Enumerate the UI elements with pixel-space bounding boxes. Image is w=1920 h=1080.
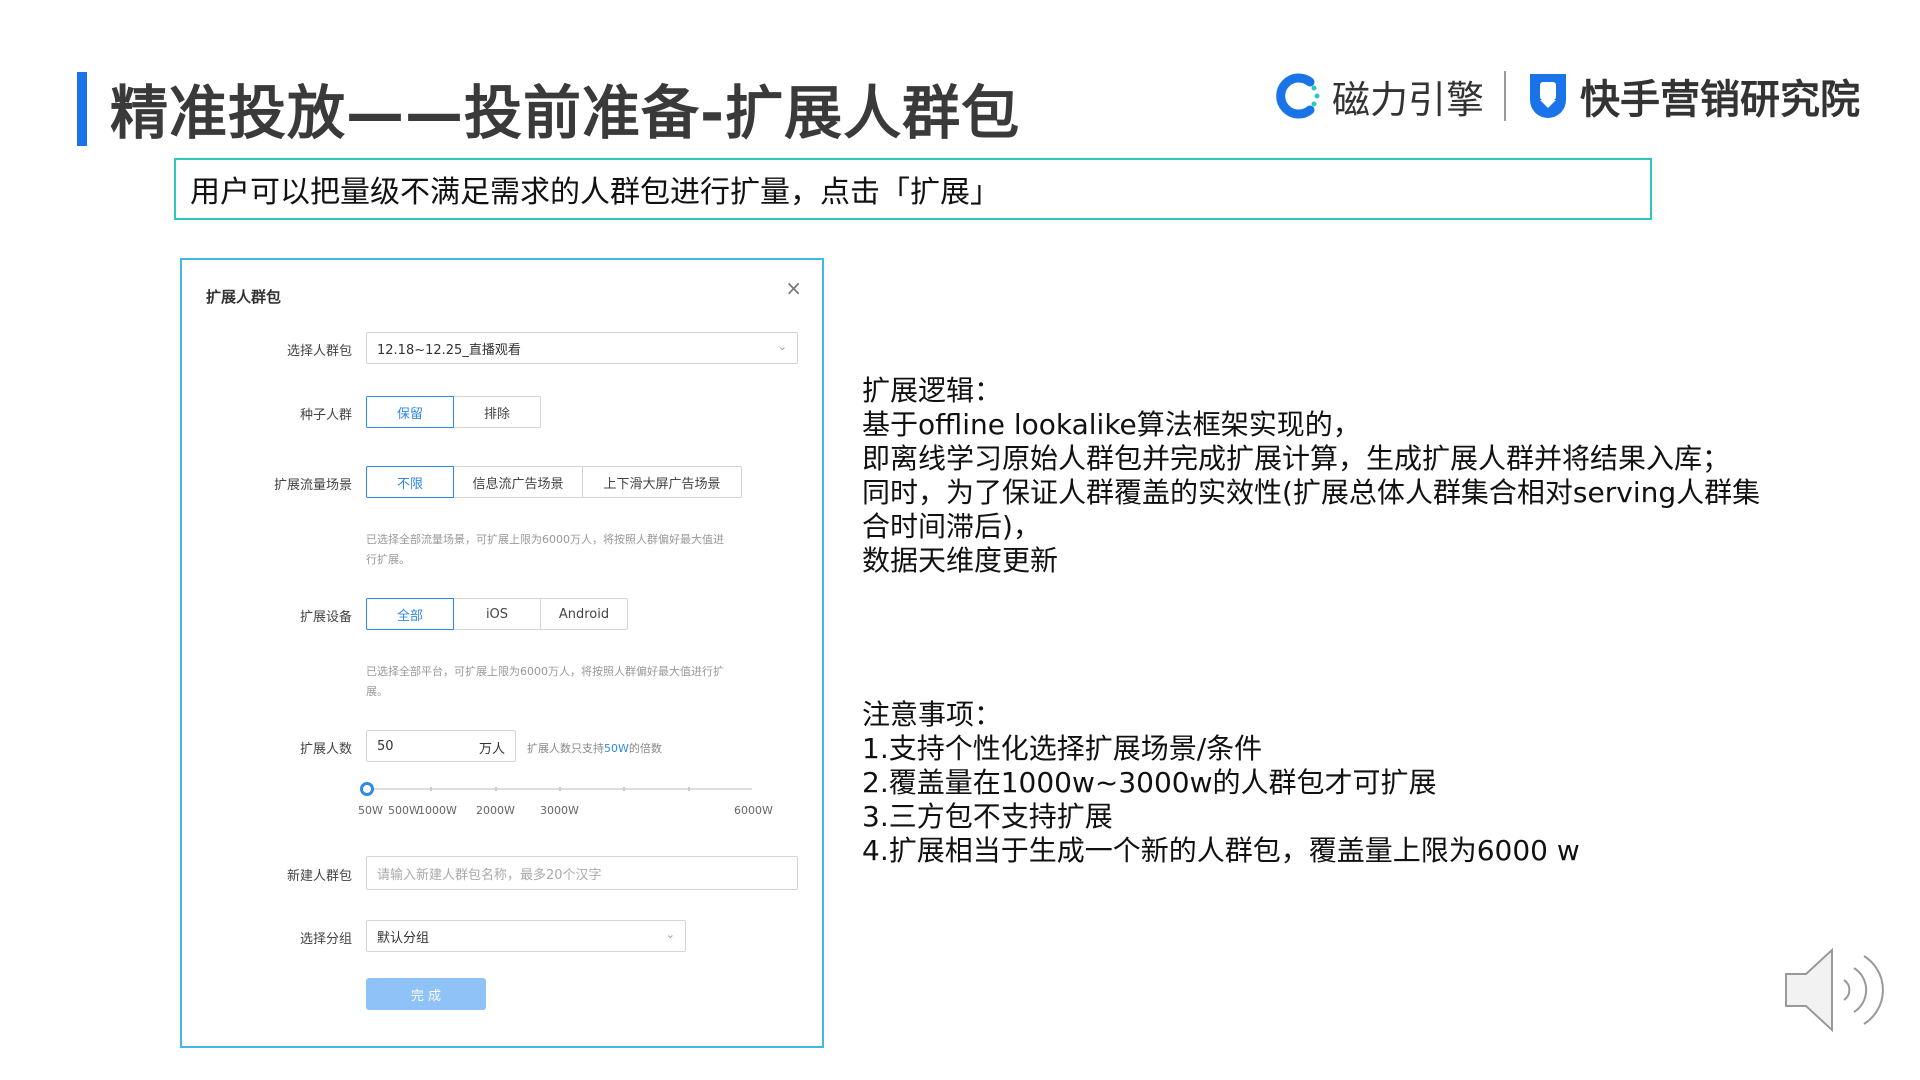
device-label: 扩展设备 xyxy=(299,610,352,625)
expand-logic-text: 扩展逻辑： 基于offline lookalike算法框架实现的， 即离线学习原… xyxy=(862,374,1862,578)
chevron-down-icon: ⌄ xyxy=(777,340,787,353)
slider-tick xyxy=(495,787,497,791)
group-select-value: 默认分组 xyxy=(377,930,430,946)
speaker-icon[interactable] xyxy=(1780,940,1900,1040)
device-option-android[interactable]: Android xyxy=(540,598,628,630)
notes-text: 注意事项： 1.支持个性化选择扩展场景/条件 2.覆盖量在1000w~3000w… xyxy=(862,698,1862,868)
traffic-option-fullscreen[interactable]: 上下滑大屏广告场景 xyxy=(582,466,742,498)
traffic-label: 扩展流量场景 xyxy=(273,478,352,493)
logic-line: 数据天维度更新 xyxy=(862,544,1059,577)
count-slider[interactable] xyxy=(360,782,752,796)
slider-tick xyxy=(623,787,625,791)
audience-select[interactable]: 12.18~12.25_直播观看 ⌄ xyxy=(366,332,798,364)
audience-label: 选择人群包 xyxy=(286,344,352,359)
slider-label-50w: 50W xyxy=(358,804,383,817)
slider-label-500w: 500W xyxy=(388,804,420,817)
count-label: 扩展人数 xyxy=(299,742,352,757)
count-hint: 扩展人数只支持50W的倍数 xyxy=(527,740,662,756)
traffic-hint-line1: 已选择全部流量场景，可扩展上限为6000万人，将按照人群偏好最大值进 xyxy=(366,533,724,546)
count-value: 50 xyxy=(377,738,394,754)
modal-title: 扩展人群包 xyxy=(206,288,282,306)
count-hint-suffix: 的倍数 xyxy=(628,742,662,755)
group-label: 选择分组 xyxy=(299,932,352,947)
done-button[interactable]: 完 成 xyxy=(366,978,486,1010)
kuaishou-logo-icon xyxy=(1530,74,1566,118)
traffic-hint: 已选择全部流量场景，可扩展上限为6000万人，将按照人群偏好最大值进 行扩展。 xyxy=(366,530,766,570)
subtitle-box: 用户可以把量级不满足需求的人群包进行扩量，点击「扩展」 xyxy=(174,158,1652,220)
seed-option-exclude[interactable]: 排除 xyxy=(453,396,541,428)
slider-label-3000w: 3000W xyxy=(540,804,579,817)
logic-line: 扩展逻辑： xyxy=(862,374,1003,407)
new-name-input[interactable]: 请输入新建人群包名称，最多20个汉字 xyxy=(366,856,798,890)
traffic-segmented: 不限 信息流广告场景 上下滑大屏广告场景 xyxy=(366,466,742,498)
device-option-all[interactable]: 全部 xyxy=(366,598,454,630)
device-hint-line1: 已选择全部平台，可扩展上限为6000万人，将按照人群偏好最大值进行扩 xyxy=(366,665,724,678)
cili-engine-logo-text: 磁力引擎 xyxy=(1331,77,1484,122)
cili-engine-logo-icon xyxy=(1276,73,1320,119)
notes-line: 4.扩展相当于生成一个新的人群包，覆盖量上限为6000 w xyxy=(862,834,1580,867)
count-unit: 万人 xyxy=(478,742,505,757)
device-hint: 已选择全部平台，可扩展上限为6000万人，将按照人群偏好最大值进行扩 展。 xyxy=(366,662,766,702)
device-option-ios[interactable]: iOS xyxy=(453,598,541,630)
slider-tick xyxy=(430,787,432,791)
header-logos: 磁力引擎 快手营销研究院 xyxy=(1272,66,1860,126)
new-name-label: 新建人群包 xyxy=(286,869,352,884)
seed-label: 种子人群 xyxy=(299,408,352,423)
logic-line: 即离线学习原始人群包并完成扩展计算，生成扩展人群并将结果入库； xyxy=(862,442,1731,475)
count-hint-highlight: 50W xyxy=(604,742,629,755)
kuaishou-research-logo-text: 快手营销研究院 xyxy=(1580,77,1860,123)
logic-line: 基于offline lookalike算法框架实现的， xyxy=(862,408,1361,441)
count-input[interactable]: 50 万人 xyxy=(366,730,516,762)
expand-audience-modal: 扩展人群包 × 选择人群包 12.18~12.25_直播观看 ⌄ 种子人群 保留… xyxy=(180,258,824,1048)
traffic-option-feed[interactable]: 信息流广告场景 xyxy=(453,466,583,498)
slider-tick xyxy=(559,787,561,791)
traffic-hint-line2: 行扩展。 xyxy=(366,553,410,566)
slider-label-6000w: 6000W xyxy=(734,804,773,817)
device-segmented: 全部 iOS Android xyxy=(366,598,628,630)
notes-line: 1.支持个性化选择扩展场景/条件 xyxy=(862,732,1263,765)
subtitle-text: 用户可以把量级不满足需求的人群包进行扩量，点击「扩展」 xyxy=(190,175,1000,210)
chevron-down-icon: ⌄ xyxy=(665,928,675,941)
notes-line: 2.覆盖量在1000w~3000w的人群包才可扩展 xyxy=(862,766,1437,799)
seed-segmented: 保留 排除 xyxy=(366,396,541,428)
traffic-option-unlimited[interactable]: 不限 xyxy=(366,466,454,498)
slider-handle[interactable] xyxy=(360,782,374,796)
group-select[interactable]: 默认分组 ⌄ xyxy=(366,920,686,952)
notes-line: 3.三方包不支持扩展 xyxy=(862,800,1113,833)
page-title: 精准投放——投前准备-扩展人群包 xyxy=(110,79,1021,147)
logic-line: 合时间滞后)， xyxy=(862,510,1041,543)
device-hint-line2: 展。 xyxy=(366,685,388,698)
slider-tick xyxy=(688,787,690,791)
seed-option-keep[interactable]: 保留 xyxy=(366,396,454,428)
logo-divider xyxy=(1504,71,1506,121)
logic-line: 同时，为了保证人群覆盖的实效性(扩展总体人群集合相对serving人群集 xyxy=(862,476,1761,509)
close-icon[interactable]: × xyxy=(785,276,802,300)
slider-label-2000w: 2000W xyxy=(476,804,515,817)
title-accent-bar xyxy=(77,72,87,146)
notes-line: 注意事项： xyxy=(862,698,1003,731)
slider-label-1000w: 1000W xyxy=(418,804,457,817)
count-hint-prefix: 扩展人数只支持 xyxy=(527,742,604,755)
audience-select-value: 12.18~12.25_直播观看 xyxy=(377,342,521,358)
